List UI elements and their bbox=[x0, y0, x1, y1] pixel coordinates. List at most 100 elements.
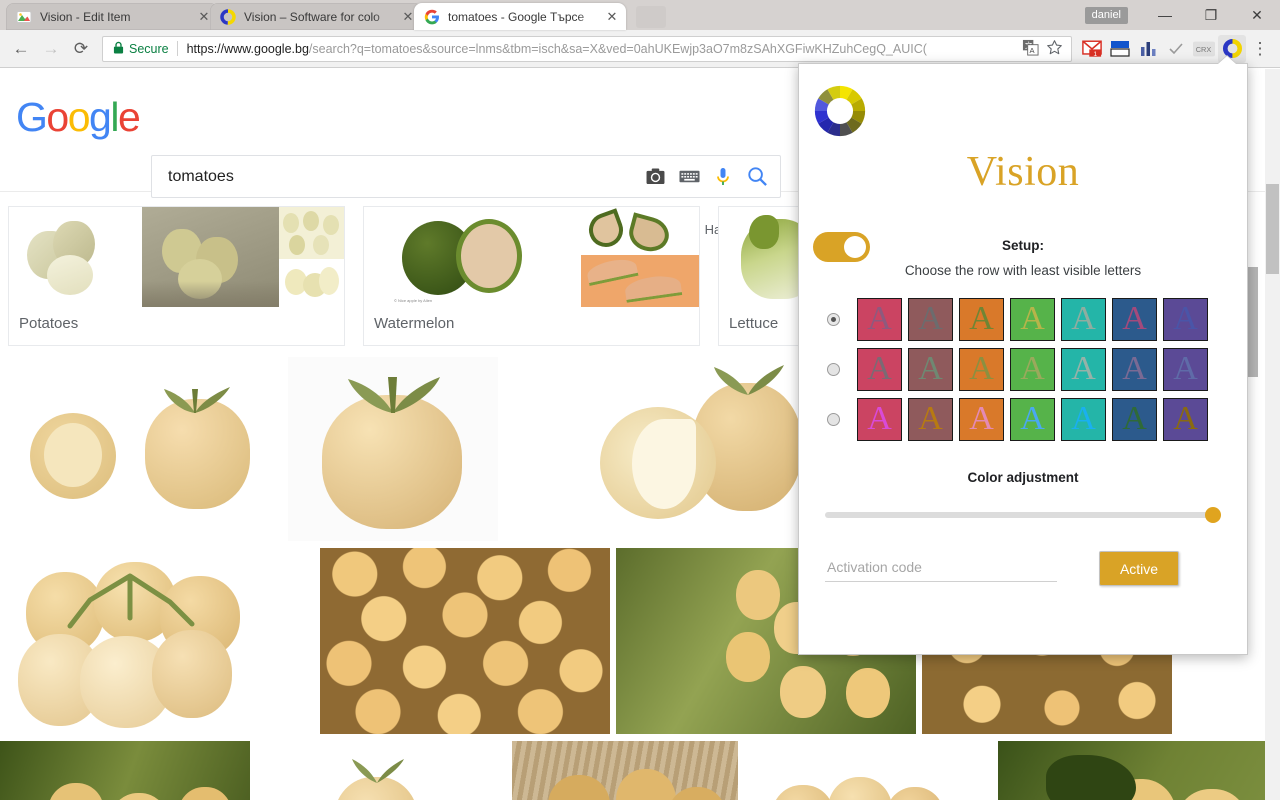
swatch-letter: A bbox=[1020, 300, 1045, 337]
swatch-row-radio-1[interactable] bbox=[827, 312, 840, 326]
google-logo[interactable]: Google bbox=[16, 93, 141, 141]
color-adjustment-label: Color adjustment bbox=[967, 470, 1079, 485]
close-window-button[interactable]: ✕ bbox=[1234, 0, 1280, 30]
swatch[interactable]: A bbox=[1010, 297, 1055, 341]
vision-ring-icon bbox=[220, 8, 236, 25]
swatch-letter: A bbox=[1122, 300, 1147, 337]
thumb bbox=[279, 207, 344, 307]
swatch-letter: A bbox=[867, 300, 892, 337]
logo-letter-l: l bbox=[110, 94, 119, 140]
minimize-button[interactable]: — bbox=[1142, 0, 1188, 30]
search-icon[interactable] bbox=[744, 164, 770, 190]
result-image[interactable] bbox=[320, 548, 610, 734]
search-box[interactable] bbox=[151, 155, 781, 198]
swatch-row-radio-2[interactable] bbox=[827, 362, 840, 376]
swatch-row-3[interactable]: A A A A A A A bbox=[827, 394, 1247, 444]
swatch[interactable]: A bbox=[959, 347, 1004, 391]
address-bar[interactable]: Secure https://www.google.bg/search?q=to… bbox=[102, 35, 1072, 62]
new-tab-button[interactable] bbox=[636, 6, 666, 28]
page-scrollbar[interactable] bbox=[1265, 69, 1280, 800]
activation-code-input[interactable] bbox=[825, 555, 1057, 582]
google-g-icon bbox=[424, 9, 440, 25]
thumb bbox=[142, 207, 279, 307]
swatch[interactable]: A bbox=[1163, 347, 1208, 391]
checkmark-icon[interactable] bbox=[1162, 35, 1190, 63]
user-profile-chip[interactable]: daniel bbox=[1084, 6, 1128, 24]
swatch-letter: A bbox=[1020, 400, 1045, 437]
forward-button[interactable]: → bbox=[36, 34, 66, 64]
logo-letter-o2: o bbox=[67, 94, 91, 140]
swatch[interactable]: A bbox=[908, 347, 953, 391]
swatch-letter: A bbox=[867, 400, 892, 437]
swatch-letter: A bbox=[1173, 300, 1198, 337]
swatch[interactable]: A bbox=[959, 397, 1004, 441]
related-card-watermelon[interactable]: © Nice apple by Alien Watermelon bbox=[363, 206, 700, 346]
result-image[interactable] bbox=[0, 741, 250, 800]
swatch[interactable]: A bbox=[1061, 347, 1106, 391]
result-image[interactable] bbox=[256, 741, 506, 800]
swatch[interactable]: A bbox=[959, 297, 1004, 341]
swatch-letter: A bbox=[969, 350, 994, 387]
tab-tomatoes-google-search[interactable]: tomatoes - Google Търсе ✕ bbox=[414, 3, 626, 30]
logo-letter-G: G bbox=[16, 94, 48, 140]
thumb bbox=[9, 207, 142, 307]
gmail-icon[interactable]: 1 bbox=[1078, 35, 1106, 63]
result-image[interactable] bbox=[744, 741, 993, 800]
tab-title: Vision - Edit Item bbox=[40, 9, 131, 24]
swatch-letter: A bbox=[1122, 400, 1147, 437]
swatch-row-2[interactable]: A A A A A A A bbox=[827, 344, 1247, 394]
chrome-menu-button[interactable]: ⋮ bbox=[1246, 35, 1274, 63]
camera-icon[interactable] bbox=[642, 164, 668, 190]
swatch[interactable]: A bbox=[1061, 297, 1106, 341]
swatch-letter: A bbox=[1173, 400, 1198, 437]
swatch[interactable]: A bbox=[908, 397, 953, 441]
swatch[interactable]: A bbox=[857, 297, 902, 341]
swatch[interactable]: A bbox=[857, 397, 902, 441]
extension-toolbar: 1 CRX ⋮ bbox=[1078, 34, 1274, 63]
swatch[interactable]: A bbox=[1163, 297, 1208, 341]
swatch-row-radio-3[interactable] bbox=[827, 412, 840, 426]
analytics-icon[interactable] bbox=[1134, 35, 1162, 63]
logo-letter-o1: o bbox=[46, 94, 69, 140]
swatch-row-1[interactable]: A A A A A A A bbox=[827, 294, 1247, 344]
swatch[interactable]: A bbox=[1061, 397, 1106, 441]
active-button[interactable]: Active bbox=[1099, 551, 1179, 586]
translate-icon[interactable]: 文 A bbox=[1022, 39, 1041, 58]
crx-icon[interactable]: CRX bbox=[1190, 35, 1218, 63]
result-image[interactable] bbox=[512, 741, 739, 800]
slider-knob[interactable] bbox=[1205, 507, 1221, 523]
tab-strip: Vision - Edit Item ✕ Vision – Software f… bbox=[0, 0, 1280, 30]
swatch[interactable]: A bbox=[1112, 297, 1157, 341]
swatch[interactable]: A bbox=[857, 347, 902, 391]
result-image[interactable] bbox=[288, 357, 498, 541]
tab-vision-edit-item[interactable]: Vision - Edit Item ✕ bbox=[6, 3, 218, 30]
maximize-button[interactable]: ❐ bbox=[1188, 0, 1234, 30]
related-card-potatoes[interactable]: Potatoes bbox=[8, 206, 345, 346]
swatch[interactable]: A bbox=[908, 297, 953, 341]
result-image[interactable] bbox=[998, 741, 1274, 800]
tab-vision-software[interactable]: Vision – Software for colo ✕ bbox=[210, 3, 422, 30]
tab-close-button[interactable]: ✕ bbox=[604, 9, 620, 25]
back-button[interactable]: ← bbox=[6, 34, 36, 64]
window-split-icon[interactable] bbox=[1106, 35, 1134, 63]
vision-enable-toggle[interactable] bbox=[813, 232, 870, 262]
keyboard-icon[interactable] bbox=[676, 164, 702, 190]
vision-extension-popup: Vision Setup: Choose the row with least … bbox=[798, 63, 1248, 655]
url-path: /search?q=tomatoes&source=lnms&tbm=isch&… bbox=[308, 41, 927, 56]
swatch[interactable]: A bbox=[1010, 397, 1055, 441]
color-adjustment-slider[interactable] bbox=[825, 507, 1221, 523]
result-image[interactable] bbox=[0, 548, 314, 734]
swatch-letter: A bbox=[1173, 350, 1198, 387]
swatch[interactable]: A bbox=[1010, 347, 1055, 391]
result-image[interactable] bbox=[0, 357, 282, 541]
result-image[interactable] bbox=[504, 357, 806, 541]
swatch[interactable]: A bbox=[1112, 347, 1157, 391]
scrollbar-thumb[interactable] bbox=[1266, 184, 1279, 274]
microphone-icon[interactable] bbox=[710, 164, 736, 190]
reload-button[interactable]: ⟳ bbox=[66, 34, 96, 64]
swatch[interactable]: A bbox=[1112, 397, 1157, 441]
search-input[interactable] bbox=[168, 167, 634, 186]
star-icon[interactable] bbox=[1046, 39, 1065, 58]
vision-app-title: Vision bbox=[966, 149, 1080, 195]
swatch[interactable]: A bbox=[1163, 397, 1208, 441]
